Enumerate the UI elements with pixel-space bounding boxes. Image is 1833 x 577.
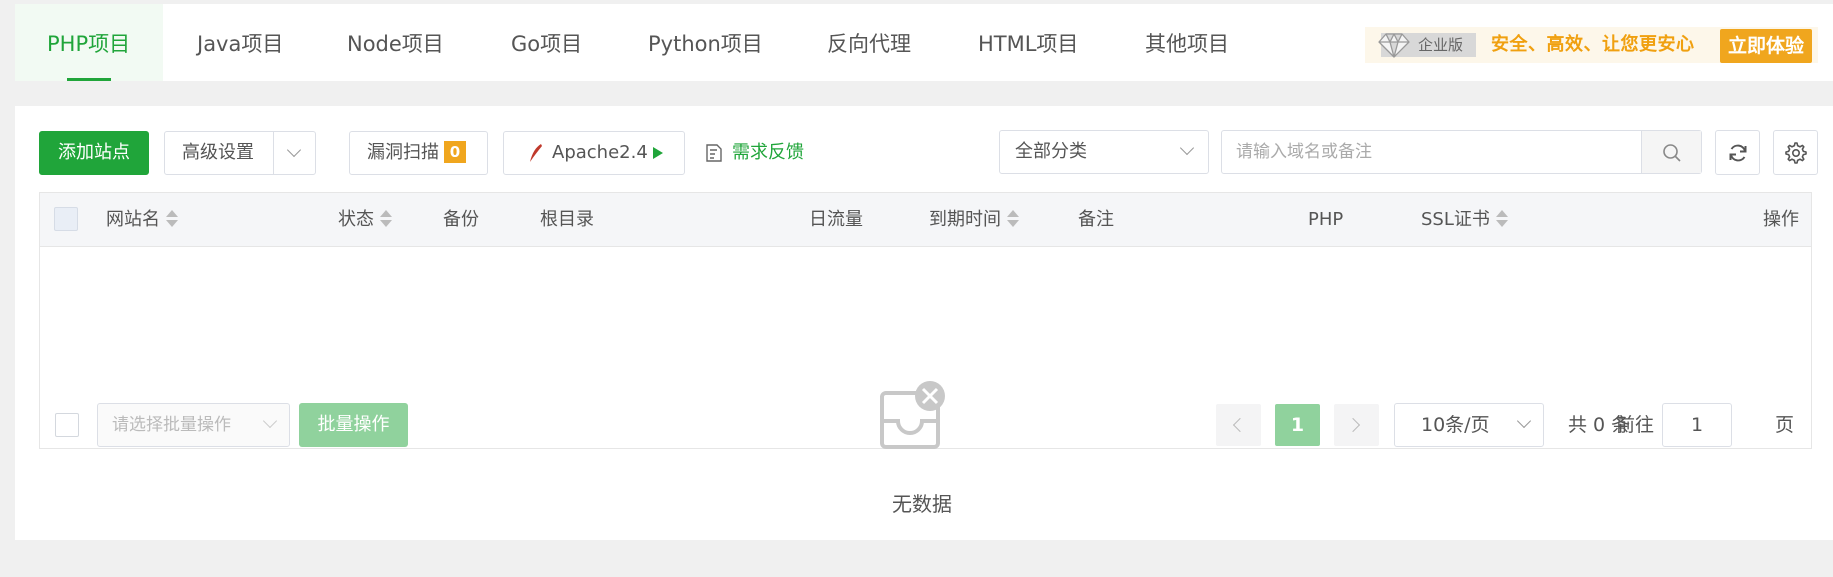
tab-php[interactable]: PHP项目 [15,4,163,81]
col-status[interactable]: 状态 [338,193,392,247]
sort-icon [166,209,178,229]
promo-slogan: 安全、高效、让您更安心 [1491,34,1695,55]
col-actions: 操作 [1763,209,1799,230]
vuln-count-badge: 0 [444,141,466,163]
col-daily-traffic: 日流量 [809,209,863,230]
col-ssl-label: SSL证书 [1421,209,1490,230]
empty-state-text: 无数据 [892,492,952,516]
advanced-settings-dropdown[interactable]: 高级设置 [164,131,316,175]
table-header: 网站名 状态 备份 根目录 日流量 到期时间 备注 PHP SSL证书 操作 [40,193,1811,247]
chevron-right-icon [1345,417,1361,433]
refresh-icon [1729,144,1747,162]
advanced-settings-label: 高级设置 [182,142,254,163]
refresh-button[interactable] [1715,130,1760,175]
page-size-value: 10条/页 [1421,414,1490,436]
col-status-label: 状态 [338,209,374,230]
sort-icon [380,209,392,229]
chevron-down-icon [1516,413,1532,429]
site-search [1221,130,1702,174]
vuln-scan-label: 漏洞扫描 [367,142,439,163]
goto-label: 前往 [1616,414,1655,436]
page-number-current[interactable]: 1 [1275,404,1320,446]
page-unit-label: 页 [1775,414,1795,436]
search-input[interactable] [1236,139,1616,165]
gear-icon [1785,142,1807,164]
category-select[interactable]: 全部分类 [999,130,1209,174]
enterprise-badge: 企业版 [1378,33,1476,58]
col-ssl[interactable]: SSL证书 [1421,193,1508,247]
tab-html[interactable]: HTML项目 [978,4,1078,81]
tab-node[interactable]: Node项目 [347,4,444,81]
col-site-name[interactable]: 网站名 [106,193,178,247]
tab-reverse-proxy[interactable]: 反向代理 [827,4,911,81]
goto-page-input[interactable]: 1 [1662,403,1732,447]
vuln-scan-button[interactable]: 漏洞扫描 0 [349,131,488,175]
chevron-down-icon [262,413,278,429]
next-page-button[interactable] [1334,404,1379,446]
batch-action-select[interactable]: 请选择批量操作 [97,403,290,447]
tab-java[interactable]: Java项目 [197,4,283,81]
diamond-icon [1378,33,1410,58]
tab-go[interactable]: Go项目 [511,4,582,81]
play-icon [653,147,663,159]
batch-action-placeholder: 请选择批量操作 [112,415,231,435]
chevron-down-icon [1179,140,1195,156]
enterprise-promo: 企业版 安全、高效、让您更安心 立即体验 [1365,27,1818,63]
col-remark: 备注 [1078,209,1114,230]
chevron-left-icon [1232,417,1248,433]
apache-service-button[interactable]: Apache2.4 [503,131,685,175]
page-size-select[interactable]: 10条/页 [1394,403,1544,447]
feedback-link[interactable]: 需求反馈 [705,131,804,175]
col-php: PHP [1308,209,1344,230]
edit-note-icon [706,144,722,162]
site-list-panel: 添加站点 高级设置 漏洞扫描 0 Apache2.4 需求反馈 全部分类 请输入… [15,106,1833,540]
apache-version-label: Apache2.4 [552,142,648,163]
select-all-footer-checkbox[interactable] [55,413,79,437]
enterprise-badge-label: 企业版 [1418,36,1464,54]
col-expire-time[interactable]: 到期时间 [929,193,1019,247]
col-backup: 备份 [443,209,479,230]
batch-action-button[interactable]: 批量操作 [299,403,408,447]
empty-inbox-icon [880,381,945,449]
search-button[interactable] [1641,131,1701,173]
apache-feather-icon [530,144,542,162]
prev-page-button[interactable] [1216,404,1261,446]
divider [273,132,274,174]
chevron-down-icon [286,142,302,158]
sort-icon [1495,209,1508,229]
select-all-checkbox[interactable] [54,207,78,231]
col-root-dir: 根目录 [540,209,594,230]
col-site-name-label: 网站名 [106,209,160,230]
category-value: 全部分类 [1015,141,1087,162]
sort-icon [1007,209,1019,229]
tab-other[interactable]: 其他项目 [1145,4,1229,81]
try-now-button[interactable]: 立即体验 [1720,29,1812,63]
settings-button[interactable] [1773,130,1818,175]
col-expire-time-label: 到期时间 [929,209,1001,230]
search-icon [1663,144,1681,162]
tab-python[interactable]: Python项目 [648,4,763,81]
project-tabbar: PHP项目 Java项目 Node项目 Go项目 Python项目 反向代理 H… [15,4,1833,81]
add-site-button[interactable]: 添加站点 [39,131,149,175]
